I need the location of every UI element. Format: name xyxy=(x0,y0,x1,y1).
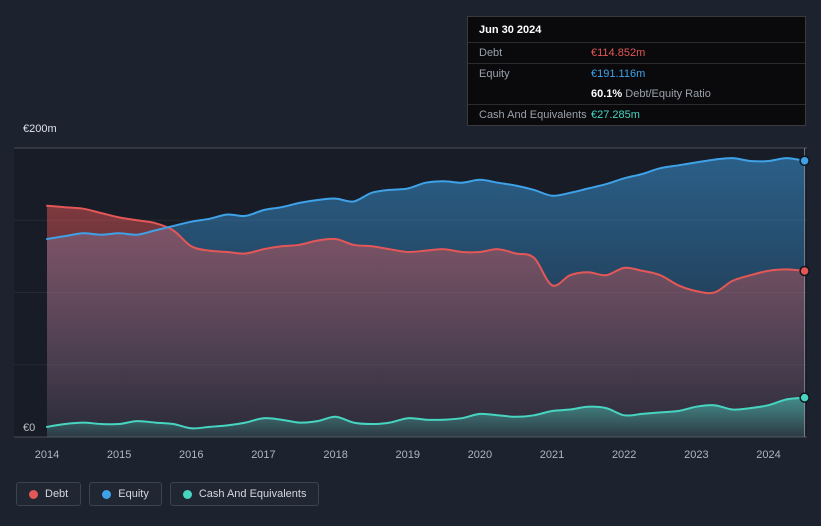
legend-item-equity[interactable]: Equity xyxy=(89,482,162,506)
legend-item-cash[interactable]: Cash And Equivalents xyxy=(169,482,320,506)
ratio-percent: 60.1% xyxy=(591,88,623,100)
tooltip-ratio-value: 60.1% Debt/Equity Ratio xyxy=(591,87,711,101)
x-tick-2023: 2023 xyxy=(684,449,709,461)
x-tick-2022: 2022 xyxy=(611,449,637,461)
legend-label: Debt xyxy=(45,488,69,500)
tooltip-equity-row: Equity €191.116m xyxy=(468,64,805,84)
tooltip-debt-row: Debt €114.852m xyxy=(468,43,805,64)
equity-series-dot xyxy=(102,489,112,499)
tooltip-ratio-row: 60.1% Debt/Equity Ratio xyxy=(468,84,805,105)
x-axis: 2014 2015 2016 2017 2018 2019 2020 2021 2022 2023… xyxy=(0,449,821,465)
tooltip-date: Jun 30 2024 xyxy=(468,17,805,43)
ratio-caption: Debt/Equity Ratio xyxy=(622,88,711,100)
chart-tooltip: Jun 30 2024 Debt €114.852m Equity €191.1… xyxy=(467,16,806,126)
cash-series-dot xyxy=(182,489,192,499)
x-tick-2020: 2020 xyxy=(467,449,493,461)
legend-label: Cash And Equivalents xyxy=(198,488,307,500)
debt-equity-history-panel: €200m €0 2014201520162017201820192020202… xyxy=(0,0,821,526)
x-tick-2024: 2024 xyxy=(756,449,781,461)
x-tick-2016: 2016 xyxy=(179,449,204,461)
legend-item-debt[interactable]: Debt xyxy=(16,482,82,506)
tooltip-debt-label: Debt xyxy=(479,47,503,59)
x-tick-2014: 2014 xyxy=(34,449,60,461)
tooltip-cash-row: Cash And Equivalents €27.285m xyxy=(468,105,805,125)
x-tick-2015: 2015 xyxy=(106,449,132,461)
x-tick-2021: 2021 xyxy=(539,449,565,461)
x-tick-2019: 2019 xyxy=(395,449,420,461)
chart-legend: Debt Equity Cash And Equivalents xyxy=(16,482,320,506)
tooltip-debt-value: €114.852m xyxy=(591,47,646,59)
x-tick-2018: 2018 xyxy=(323,449,348,461)
legend-label: Equity xyxy=(118,488,149,500)
tooltip-equity-label: Equity xyxy=(479,68,510,80)
tooltip-equity-value: €191.116m xyxy=(591,68,646,80)
tooltip-cash-label: Cash And Equivalents xyxy=(479,109,587,121)
x-tick-2017: 2017 xyxy=(251,449,276,461)
tooltip-cash-value: €27.285m xyxy=(591,109,640,121)
debt-series-dot xyxy=(29,489,38,499)
